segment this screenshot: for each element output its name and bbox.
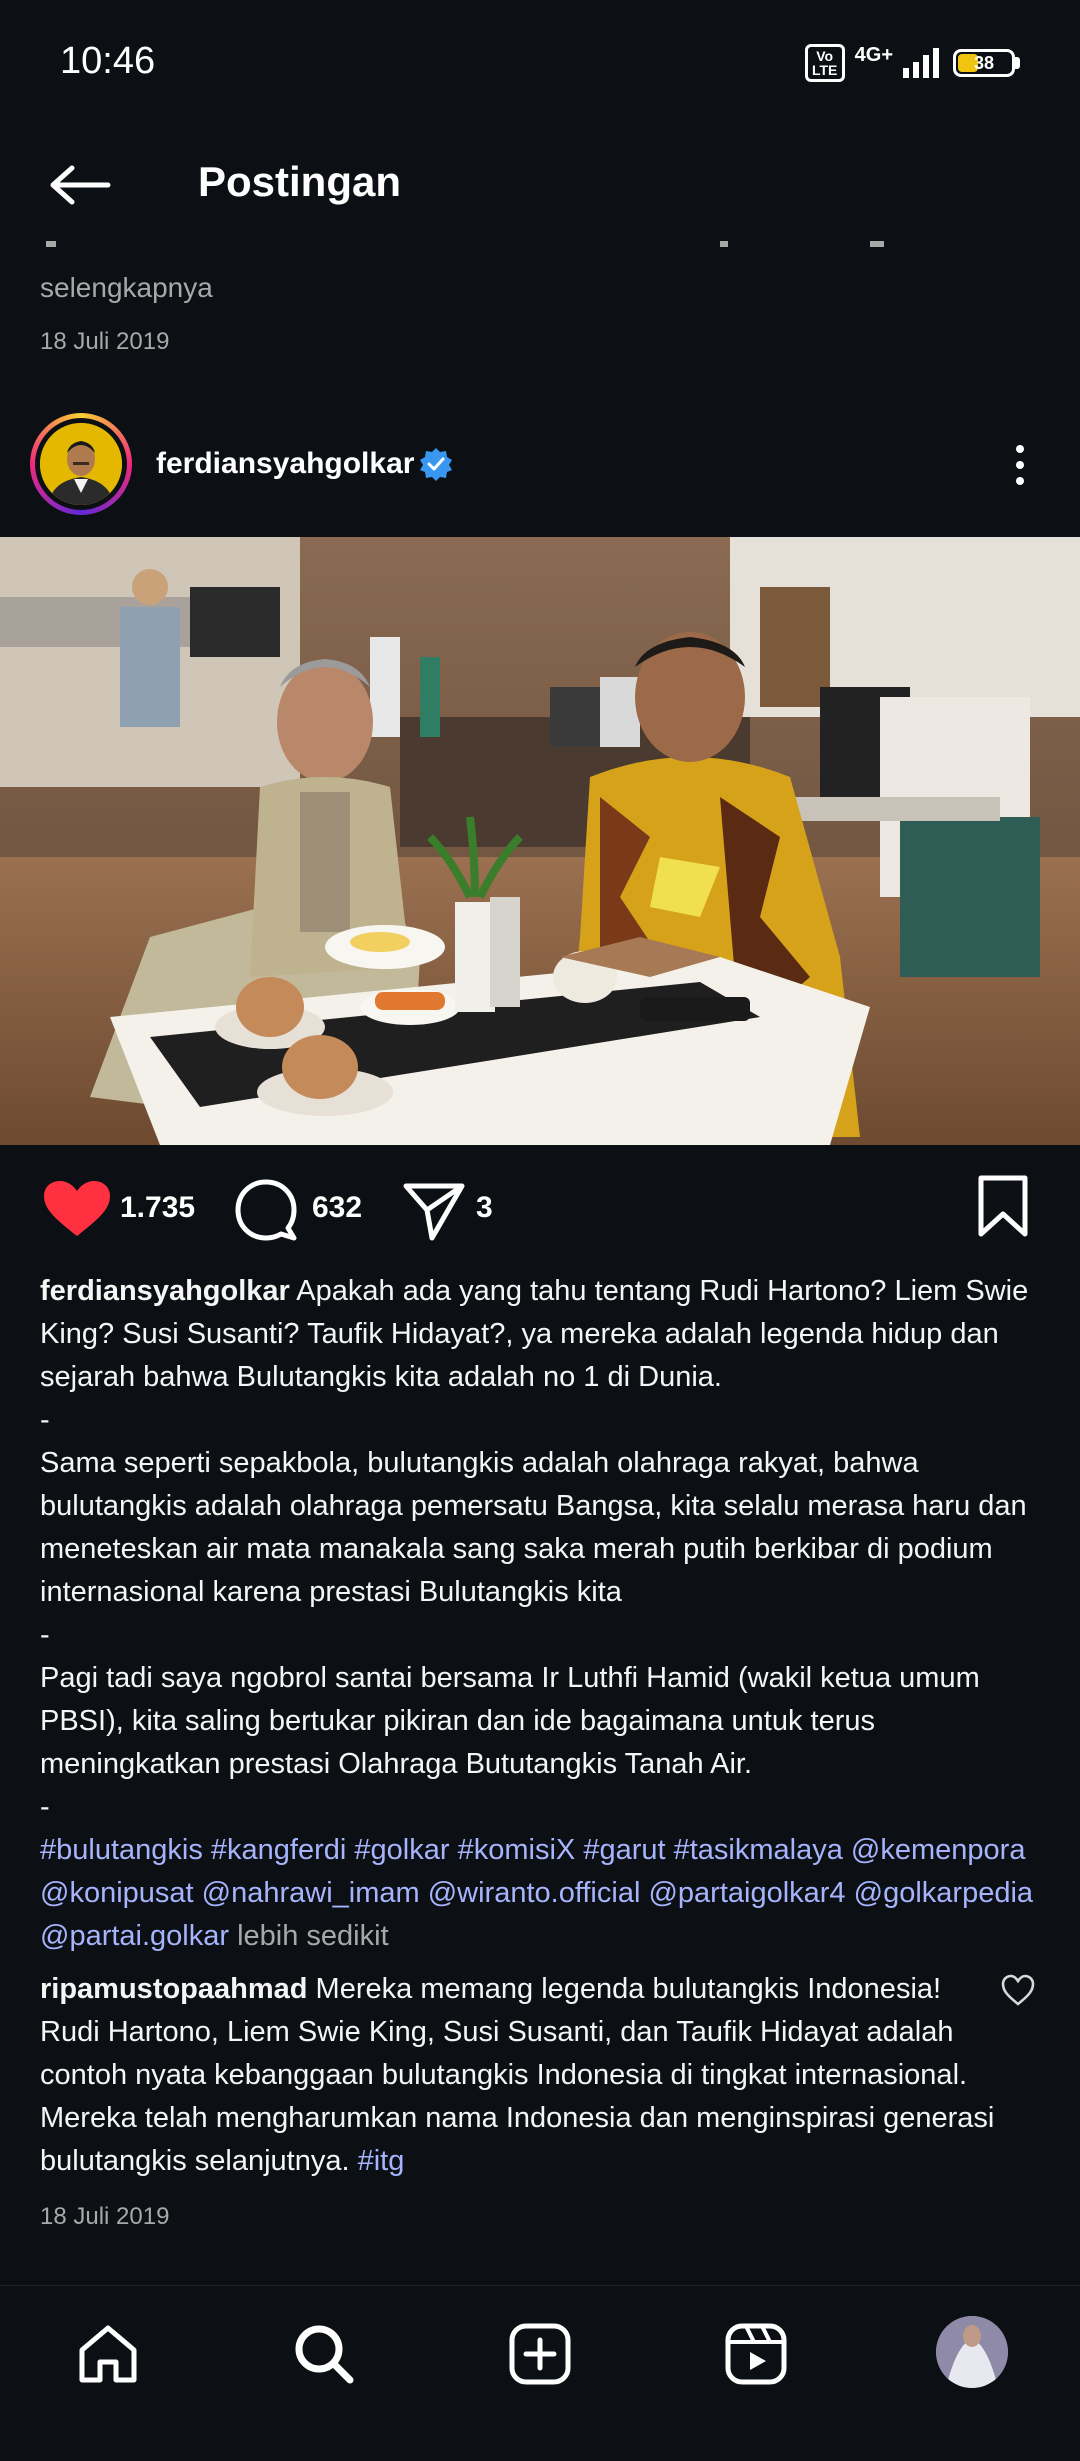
caption-username[interactable]: ferdiansyahgolkar	[40, 1275, 290, 1307]
mention-link[interactable]: @partai.golkar	[40, 1920, 229, 1952]
hashtag-link[interactable]: #tasikmalaya	[674, 1834, 843, 1866]
post-date: 18 Juli 2019	[40, 2203, 170, 2230]
heart-outline-icon	[1001, 1974, 1035, 2006]
mention-link[interactable]: @wiranto.official	[428, 1877, 641, 1909]
nav-reels[interactable]	[720, 2318, 792, 2390]
author-username[interactable]: ferdiansyahgolkar	[156, 447, 414, 481]
status-bar: 10:46 Vo LTE 4G+ 38	[0, 0, 1080, 130]
previous-more-link[interactable]: selengkapnya	[40, 272, 213, 304]
mention-link[interactable]: @konipusat	[40, 1877, 194, 1909]
signal-icon	[903, 48, 939, 78]
comment-count[interactable]: 632	[312, 1191, 362, 1225]
clock: 10:46	[60, 40, 156, 82]
share-count[interactable]: 3	[476, 1191, 493, 1225]
mention-link[interactable]: @nahrawi_imam	[202, 1877, 420, 1909]
avatar-image	[40, 423, 122, 505]
save-button[interactable]	[975, 1174, 1031, 1238]
volte-icon: Vo LTE	[804, 44, 845, 82]
hashtag-link[interactable]: #garut	[583, 1834, 665, 1866]
hashtag-link[interactable]: #komisiX	[458, 1834, 576, 1866]
restaurant-photo	[0, 537, 1080, 1145]
like-button[interactable]	[42, 1180, 112, 1240]
post-photo[interactable]	[0, 537, 1080, 1145]
verified-badge-icon	[420, 448, 452, 481]
less-link[interactable]: lebih sedikit	[237, 1920, 389, 1952]
share-button[interactable]	[402, 1178, 466, 1242]
like-count[interactable]: 1.735	[120, 1191, 195, 1225]
create-post-icon	[509, 2323, 571, 2385]
nav-create[interactable]	[504, 2318, 576, 2390]
hashtag-link[interactable]: #itg	[358, 2145, 405, 2177]
commenter-username[interactable]: ripamustopaahmad	[40, 1973, 308, 2005]
bottom-navigation	[0, 2285, 1080, 2461]
hashtag-link[interactable]: #bulutangkis	[40, 1834, 203, 1866]
caption-separator: -	[40, 1404, 50, 1436]
battery-icon: 38	[953, 49, 1020, 77]
nav-search[interactable]	[288, 2318, 360, 2390]
top-comment: ripamustopaahmad Mereka memang legenda b…	[40, 1968, 1000, 2183]
back-button[interactable]	[40, 150, 120, 220]
mention-link[interactable]: @partaigolkar4	[648, 1877, 845, 1909]
send-icon	[403, 1183, 465, 1241]
previous-caption-cutoff	[40, 240, 1040, 252]
search-icon	[295, 2325, 354, 2384]
caption-paragraph-2: Sama seperti sepakbola, bulutangkis adal…	[40, 1447, 1027, 1608]
hashtag-link[interactable]: #golkar	[354, 1834, 449, 1866]
comment-like-button[interactable]	[1000, 1972, 1036, 2008]
more-options-button[interactable]	[1000, 435, 1040, 495]
home-icon	[79, 2325, 137, 2383]
comment-icon	[235, 1179, 297, 1241]
reels-icon	[725, 2323, 787, 2385]
bookmark-icon	[978, 1175, 1028, 1237]
network-type: 4G+	[854, 43, 893, 66]
arrow-left-icon	[50, 165, 111, 205]
status-icons: Vo LTE 4G+ 38	[804, 43, 1020, 82]
caption-tags: #bulutangkis #kangferdi #golkar #komisiX…	[40, 1829, 1050, 1958]
hashtag-link[interactable]: #kangferdi	[211, 1834, 346, 1866]
heart-filled-icon	[44, 1181, 110, 1236]
comment-button[interactable]	[234, 1178, 298, 1242]
profile-avatar	[936, 2316, 1008, 2388]
mention-link[interactable]: @golkarpedia	[854, 1877, 1033, 1909]
caption-paragraph-3: Pagi tadi saya ngobrol santai bersama Ir…	[40, 1662, 980, 1780]
caption-separator: -	[40, 1619, 50, 1651]
post-caption: ferdiansyahgolkar Apakah ada yang tahu t…	[40, 1270, 1050, 1958]
page-title: Postingan	[198, 158, 402, 205]
nav-profile[interactable]	[936, 2316, 1008, 2388]
previous-post-date: 18 Juli 2019	[40, 328, 170, 355]
nav-home[interactable]	[72, 2318, 144, 2390]
mention-link[interactable]: @kemenpora	[851, 1834, 1026, 1866]
more-icon	[1016, 445, 1024, 453]
author-avatar[interactable]	[30, 413, 132, 515]
caption-separator: -	[40, 1791, 50, 1823]
battery-level: 38	[973, 53, 995, 73]
